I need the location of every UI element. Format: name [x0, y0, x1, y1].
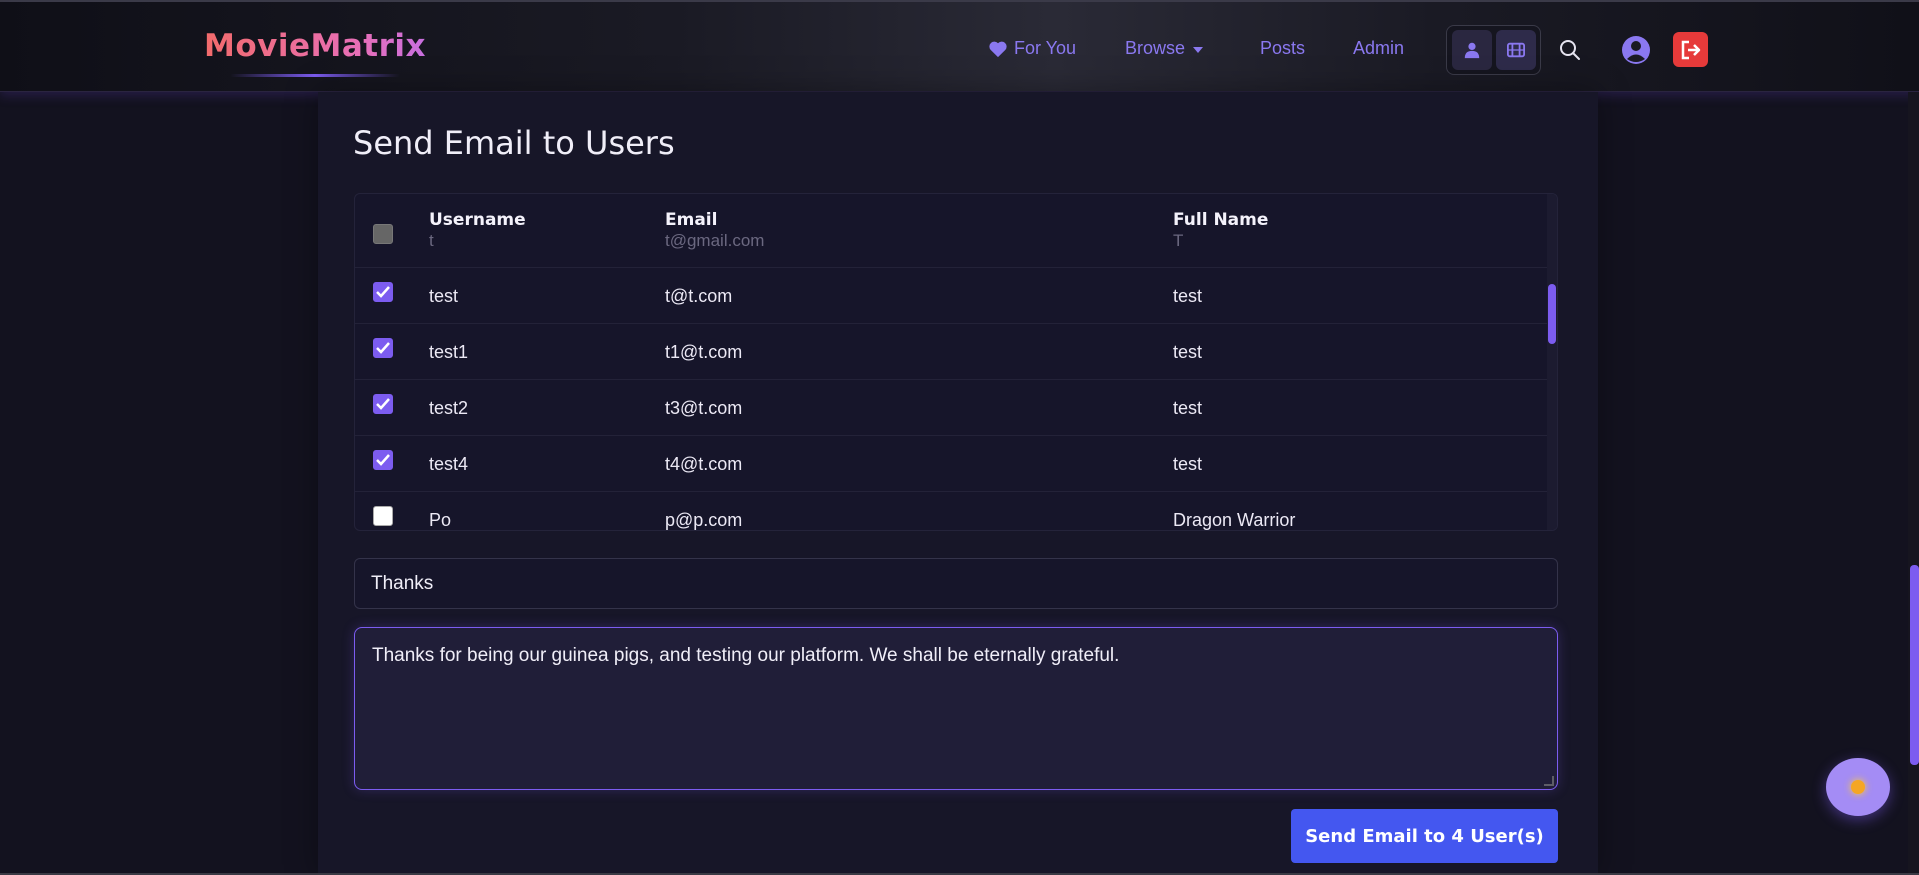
user-icon [1464, 42, 1479, 59]
col-username: Username t [429, 210, 526, 251]
cell-username: test1 [429, 342, 469, 362]
message-textarea[interactable]: Thanks for being our guinea pigs, and te… [354, 627, 1558, 790]
view-toggle-group [1446, 25, 1541, 75]
heart-icon [989, 41, 1007, 57]
table-scrollbar-thumb[interactable] [1548, 284, 1556, 344]
table-row[interactable]: test1 t1@t.com test [355, 324, 1549, 380]
table-row[interactable]: Po p@p.com Dragon Warrior [355, 492, 1549, 530]
table-row[interactable]: test2 t3@t.com test [355, 380, 1549, 436]
username-filter[interactable]: t [429, 231, 526, 251]
nav-for-you-label: For You [1014, 38, 1077, 58]
cell-username: test4 [429, 454, 469, 474]
table-scrollbar-track[interactable] [1547, 194, 1557, 530]
row-checkbox[interactable] [373, 450, 393, 470]
cell-full-name: test [1173, 286, 1203, 306]
cell-full-name: test [1173, 454, 1203, 474]
row-checkbox[interactable] [373, 506, 393, 526]
cell-username: Po [429, 510, 452, 530]
nav-browse-dropdown[interactable]: Browse [1125, 38, 1204, 59]
navbar: MovieMatrix For You Browse Posts Admin [0, 2, 1919, 92]
search-icon[interactable] [1558, 38, 1582, 62]
toggle-film-view[interactable] [1495, 30, 1536, 70]
chevron-down-icon [1193, 46, 1204, 53]
nav-admin[interactable]: Admin [1353, 38, 1404, 59]
logout-button[interactable] [1673, 32, 1708, 67]
theme-toggle-button[interactable] [1826, 758, 1890, 816]
page-title: Send Email to Users [353, 124, 675, 162]
cell-email: t3@t.com [665, 398, 743, 418]
check-icon [376, 342, 390, 354]
row-checkbox[interactable] [373, 394, 393, 414]
cell-email: t4@t.com [665, 454, 743, 474]
cell-full-name: test [1173, 398, 1203, 418]
full-name-filter[interactable]: T [1173, 231, 1268, 251]
col-full-name: Full Name T [1173, 210, 1268, 251]
film-icon [1506, 42, 1525, 58]
select-all-checkbox[interactable] [373, 224, 393, 244]
page-scrollbar-thumb[interactable] [1910, 565, 1919, 765]
users-table: Username t Email t@gmail.com Full Name T… [354, 193, 1558, 531]
cell-username: test2 [429, 398, 469, 418]
message-text: Thanks for being our guinea pigs, and te… [372, 645, 1120, 666]
cell-full-name: Dragon Warrior [1173, 510, 1296, 530]
send-email-button[interactable]: Send Email to 4 User(s) [1291, 809, 1558, 863]
sun-icon [1851, 780, 1865, 794]
table-header-row: Username t Email t@gmail.com Full Name T [355, 194, 1549, 268]
profile-icon[interactable] [1621, 35, 1651, 65]
app-logo[interactable]: MovieMatrix [204, 28, 426, 64]
cell-email: t1@t.com [665, 342, 743, 362]
row-checkbox[interactable] [373, 282, 393, 302]
email-filter[interactable]: t@gmail.com [665, 231, 764, 251]
cell-email: p@p.com [665, 510, 743, 530]
nav-browse-label: Browse [1125, 38, 1186, 58]
resize-handle[interactable] [1544, 776, 1554, 786]
cell-email: t@t.com [665, 286, 733, 306]
col-email: Email t@gmail.com [665, 210, 764, 251]
col-email-label: Email [665, 210, 718, 230]
cell-username: test [429, 286, 459, 306]
check-icon [376, 398, 390, 410]
subject-input[interactable]: Thanks [354, 558, 1558, 609]
nav-for-you[interactable]: For You [988, 38, 1076, 59]
check-icon [376, 286, 390, 298]
row-checkbox[interactable] [373, 338, 393, 358]
check-icon [376, 454, 390, 466]
nav-posts[interactable]: Posts [1260, 38, 1305, 59]
col-username-label: Username [429, 210, 526, 230]
cell-full-name: test [1173, 342, 1203, 362]
col-full-name-label: Full Name [1173, 210, 1269, 230]
logo-underline [230, 74, 400, 77]
table-row[interactable]: test4 t4@t.com test [355, 436, 1549, 492]
logout-icon [1681, 40, 1700, 59]
toggle-user-view[interactable] [1451, 30, 1492, 70]
table-row[interactable]: test t@t.com test [355, 268, 1549, 324]
